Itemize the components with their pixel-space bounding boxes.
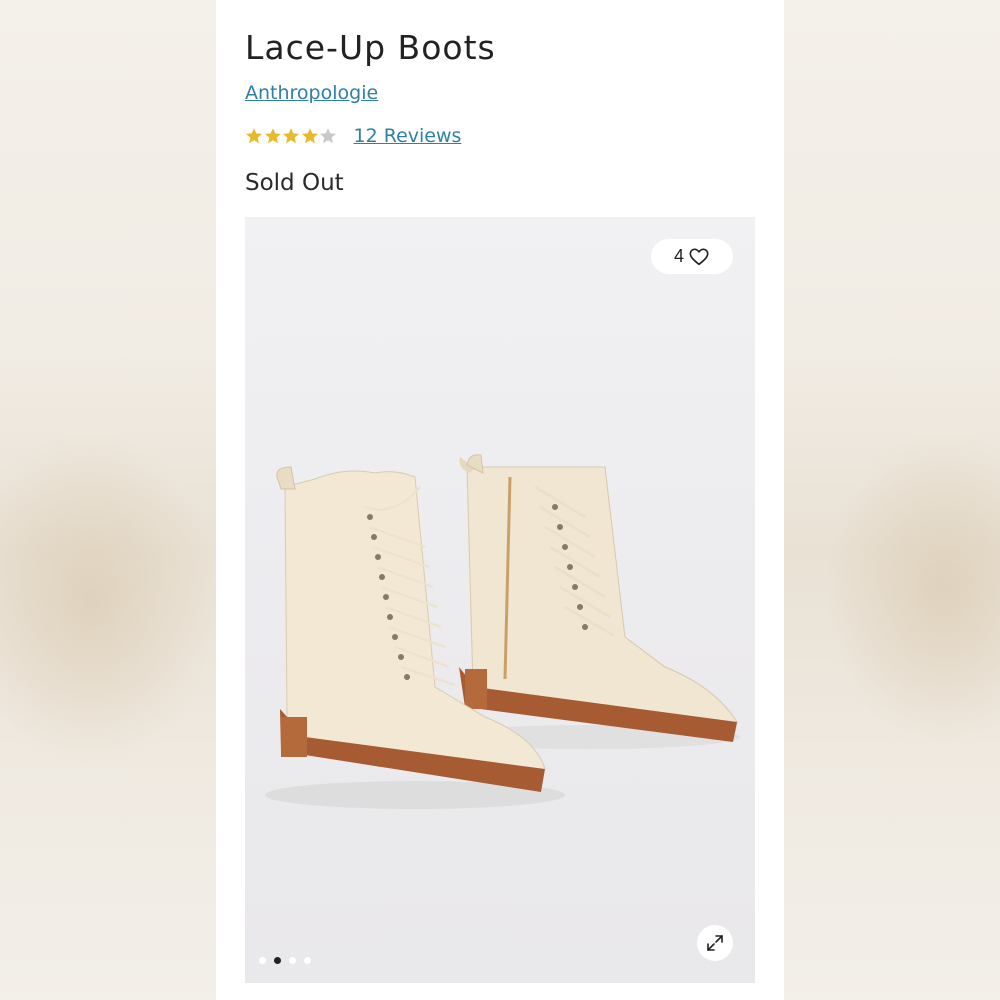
expand-icon xyxy=(707,935,723,951)
star-icon xyxy=(283,128,299,144)
favorites-count: 4 xyxy=(673,246,684,266)
background-left xyxy=(0,0,220,1000)
rating-row: 12 Reviews xyxy=(245,122,461,150)
expand-image-button[interactable] xyxy=(697,925,733,961)
reviews-link[interactable]: 12 Reviews xyxy=(354,125,462,147)
star-icon xyxy=(301,128,318,144)
star-icon xyxy=(246,128,262,144)
background-right xyxy=(784,0,1000,1000)
brand-link[interactable]: Anthropologie xyxy=(245,82,378,104)
carousel-dot[interactable] xyxy=(259,957,266,964)
star-icon xyxy=(320,128,336,144)
star-rating xyxy=(245,127,338,145)
product-panel: Lace-Up Boots Anthropologie 12 Reviews S… xyxy=(216,0,784,1000)
product-title: Lace-Up Boots xyxy=(245,28,496,67)
carousel-dot[interactable] xyxy=(304,957,311,964)
boots-image xyxy=(265,454,740,809)
right-boot xyxy=(459,454,738,742)
stock-status: Sold Out xyxy=(245,170,344,196)
favorite-button[interactable]: 4 xyxy=(651,239,733,274)
carousel-dot[interactable] xyxy=(274,957,281,964)
heart-icon xyxy=(689,247,709,265)
carousel-dots xyxy=(259,957,311,964)
star-icon xyxy=(264,128,281,144)
carousel-dot[interactable] xyxy=(289,957,296,964)
product-image-gallery[interactable]: 4 xyxy=(245,217,755,983)
